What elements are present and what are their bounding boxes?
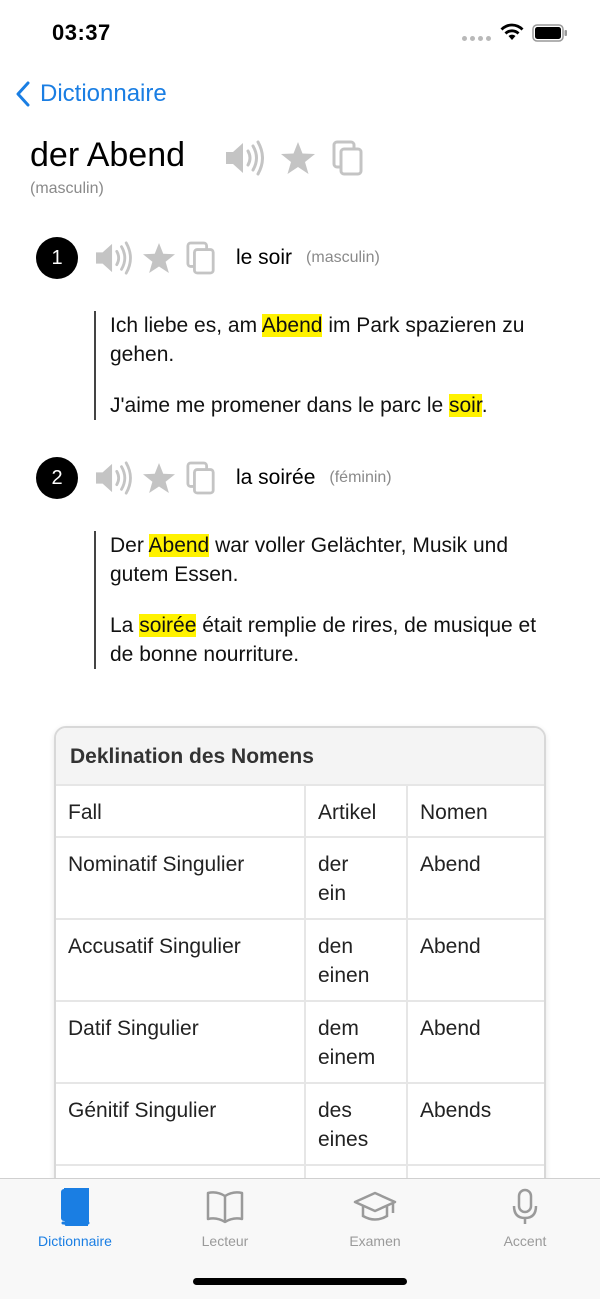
back-button[interactable]: Dictionnaire [16, 80, 167, 108]
cell-noun: Abend [408, 838, 544, 920]
tab-lecteur[interactable]: Lecteur [150, 1187, 300, 1249]
sense-translation: la soirée [236, 466, 316, 489]
battery-icon [532, 24, 567, 42]
highlighted-word: Abend [148, 534, 210, 557]
cell-case: Génitif Singulier [56, 1084, 306, 1166]
example-french: J'aime me promener dans le parc le soir. [110, 394, 488, 417]
sense-row-1: 1 le soir (masculin) [36, 237, 380, 279]
tab-label: Examen [349, 1233, 401, 1249]
example-german: Ich liebe es, am Abend im Park spazieren… [110, 314, 525, 366]
headword-actions [224, 140, 364, 176]
highlighted-word: soir [449, 394, 482, 417]
speaker-icon[interactable] [94, 241, 132, 275]
tab-label: Dictionnaire [38, 1233, 112, 1249]
status-bar: 03:37 [0, 0, 600, 64]
home-indicator[interactable] [193, 1278, 407, 1285]
cell-case: Datif Singulier [56, 1002, 306, 1084]
speaker-icon[interactable] [224, 140, 264, 176]
example-block-2: Der Abend war voller Gelächter, Musik un… [94, 531, 564, 669]
star-icon[interactable] [142, 242, 176, 274]
declension-table: Deklination des Nomens Fall Artikel Nome… [54, 726, 546, 1196]
star-icon[interactable] [280, 141, 316, 175]
speaker-icon[interactable] [94, 461, 132, 495]
example-block-1: Ich liebe es, am Abend im Park spazieren… [94, 311, 564, 420]
example-french: La soirée était remplie de rires, de mus… [110, 614, 537, 666]
sense-row-2: 2 la soirée (féminin) [36, 457, 392, 499]
headword: der Abend [30, 136, 186, 174]
column-header-noun: Nomen [408, 786, 544, 838]
status-time: 03:37 [52, 20, 111, 45]
copy-icon[interactable] [186, 241, 216, 275]
highlighted-word: soirée [139, 614, 197, 637]
headword-gender: (masculin) [30, 180, 104, 197]
cell-noun: Abend [408, 1002, 544, 1084]
microphone-icon [512, 1188, 538, 1224]
cell-article: dem einem [306, 1002, 408, 1084]
column-header-case: Fall [56, 786, 306, 838]
open-book-icon [206, 1191, 244, 1224]
back-label: Dictionnaire [40, 80, 167, 107]
signal-icon [462, 36, 491, 41]
cell-case: Nominatif Singulier [56, 838, 306, 920]
chevron-left-icon [16, 81, 30, 107]
declension-title: Deklination des Nomens [56, 728, 544, 786]
graduation-cap-icon [353, 1191, 397, 1221]
tab-label: Accent [503, 1233, 547, 1249]
cell-article: den einen [306, 920, 408, 1002]
column-header-article: Artikel [306, 786, 408, 838]
star-icon[interactable] [142, 462, 176, 494]
sense-translation: le soir [236, 246, 293, 269]
cell-article: der ein [306, 838, 408, 920]
tab-label: Lecteur [201, 1233, 249, 1249]
cell-noun: Abend [408, 920, 544, 1002]
cell-noun: Abends [408, 1084, 544, 1166]
sense-gender: (masculin) [306, 249, 380, 266]
sense-number: 1 [36, 237, 78, 279]
highlighted-word: Abend [261, 314, 323, 337]
example-german: Der Abend war voller Gelächter, Musik un… [110, 534, 509, 586]
cell-article: des eines [306, 1084, 408, 1166]
tab-dictionnaire[interactable]: Dictionnaire [0, 1187, 150, 1249]
wifi-icon [500, 23, 524, 40]
tab-accent[interactable]: Accent [450, 1187, 600, 1249]
sense-number: 2 [36, 457, 78, 499]
copy-icon[interactable] [186, 461, 216, 495]
book-icon [61, 1188, 90, 1226]
tab-examen[interactable]: Examen [300, 1187, 450, 1249]
copy-icon[interactable] [332, 140, 364, 176]
sense-gender: (féminin) [329, 469, 392, 486]
cell-case: Accusatif Singulier [56, 920, 306, 1002]
